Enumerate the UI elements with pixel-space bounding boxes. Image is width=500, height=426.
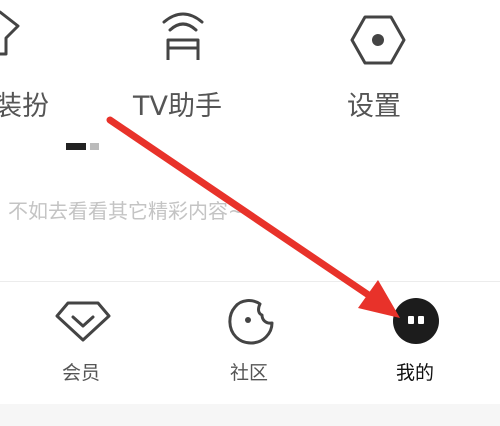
annotation-arrow <box>106 116 400 318</box>
